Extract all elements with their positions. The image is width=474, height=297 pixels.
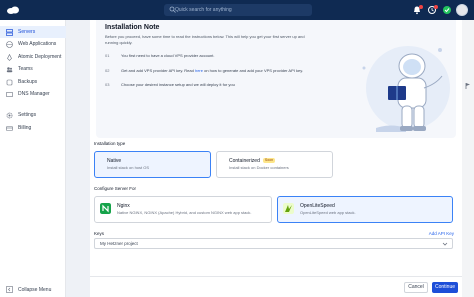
read-here-link[interactable]: here — [195, 68, 203, 73]
sidebar-item-label: Web Applications — [18, 41, 57, 47]
server-icon — [6, 28, 13, 36]
flag-icon[interactable] — [464, 82, 472, 90]
sidebar-item-teams[interactable]: Teams — [0, 63, 66, 75]
sidebar-item-billing[interactable]: Billing — [0, 122, 66, 134]
option-title: OpenLiteSpeed — [300, 203, 335, 209]
step-1: 01 You first need to have a cloud VPS pr… — [105, 53, 214, 58]
option-subtitle: Native NGINX, NGINX (Apache) Hybrid, and… — [117, 210, 252, 215]
search-bar[interactable]: Quick search for anything — [164, 4, 312, 16]
sidebar-item-servers[interactable]: Servers — [0, 26, 66, 38]
option-title-text: Containerized — [229, 158, 260, 164]
sidebar: Servers Web Applications Atomic Deployme… — [0, 20, 66, 297]
soon-badge: Soon — [262, 158, 276, 164]
rocket-icon — [7, 53, 12, 61]
sidebar-item-label: Servers — [18, 29, 36, 35]
step-3: 03 Choose your desired instance setup an… — [105, 82, 235, 87]
collapse-menu-label: Collapse Menu — [18, 286, 52, 293]
chevron-down-icon — [442, 242, 448, 246]
step-number: 02 — [105, 68, 110, 73]
step-text-post: on how to generate and add your VPS prov… — [204, 68, 304, 73]
keys-label: Keys — [94, 231, 105, 236]
history-badge — [434, 5, 438, 9]
keys-select[interactable]: My Hetzner project — [94, 238, 453, 249]
user-avatar[interactable] — [456, 4, 468, 16]
openlitespeed-logo-icon — [283, 203, 294, 214]
sidebar-item-atomic-deployment[interactable]: Atomic Deployment — [0, 51, 66, 63]
sidebar-item-label: Settings — [18, 112, 37, 118]
top-bar: Quick search for anything — [0, 0, 474, 20]
installation-note: Installation Note Before you proceed, ha… — [96, 20, 456, 138]
card-icon — [6, 125, 13, 131]
form-footer: Cancel Continue — [90, 276, 462, 297]
sidebar-item-label: Billing — [18, 125, 32, 131]
sidebar-item-dns-manager[interactable]: DNS Manager — [0, 88, 66, 100]
option-title: Containerized Soon — [229, 158, 276, 164]
option-subtitle: Install stack on host OS — [107, 165, 150, 170]
note-title: Installation Note — [105, 24, 160, 31]
sidebar-item-label: Backups — [18, 79, 38, 85]
installation-type-containerized[interactable]: Containerized Soon Install stack on Docke… — [216, 151, 333, 178]
installation-type-native[interactable]: Native Install stack on host OS — [94, 151, 211, 178]
main-content: Installation Note Before you proceed, ha… — [90, 20, 462, 297]
step-text: Choose your desired instance setup and w… — [121, 82, 235, 87]
logo-icon[interactable] — [6, 6, 20, 14]
sidebar-item-label: Teams — [18, 66, 33, 72]
collapse-menu-button[interactable]: Collapse Menu — [6, 286, 51, 293]
keys-selected-value: My Hetzner project — [100, 241, 138, 246]
backup-icon — [6, 79, 13, 85]
sidebar-item-label: Atomic Deployment — [18, 54, 62, 60]
step-text-pre: Get and add VPS provider API key. Read — [121, 68, 194, 73]
sidebar-item-backups[interactable]: Backups — [0, 76, 66, 88]
configure-server-label: Configure Server For — [94, 186, 137, 191]
dns-icon — [6, 91, 13, 97]
note-description: Before you proceed, have some time to re… — [105, 34, 305, 45]
step-number: 01 — [105, 53, 110, 58]
server-option-nginx[interactable]: Nginx Native NGINX, NGINX (Apache) Hybri… — [94, 196, 272, 223]
sidebar-item-label: DNS Manager — [18, 91, 50, 97]
installation-type-label: Installation type — [94, 141, 126, 146]
add-api-key-link[interactable]: Add API Key — [429, 231, 454, 236]
option-title: Native — [107, 158, 122, 164]
globe-icon — [6, 40, 13, 48]
step-2: 02 Get and add VPS provider API key. Rea… — [105, 68, 303, 73]
astronaut-reading-illustration — [362, 46, 450, 132]
nginx-logo-icon — [100, 203, 111, 214]
collapse-icon — [6, 286, 13, 293]
step-number: 03 — [105, 82, 110, 87]
option-subtitle: Install stack on Docker containers — [229, 165, 289, 170]
sidebar-item-web-applications[interactable]: Web Applications — [0, 38, 66, 50]
server-option-openlitespeed[interactable]: OpenLiteSpeed OpenLiteSpeed web app stac… — [277, 196, 453, 223]
right-edge-strip — [462, 20, 474, 297]
gear-icon — [6, 112, 13, 118]
option-subtitle: OpenLiteSpeed web app stack. — [300, 210, 356, 215]
search-placeholder: Quick search for anything — [175, 7, 232, 13]
team-icon — [6, 66, 13, 72]
option-title: Nginx — [117, 203, 130, 209]
sidebar-item-settings[interactable]: Settings — [0, 109, 66, 121]
continue-button[interactable]: Continue — [432, 282, 458, 293]
step-text: You first need to have a cloud VPS provi… — [121, 53, 215, 58]
cancel-button[interactable]: Cancel — [404, 282, 428, 293]
notification-badge — [419, 5, 423, 9]
green-check-icon[interactable] — [442, 5, 452, 15]
